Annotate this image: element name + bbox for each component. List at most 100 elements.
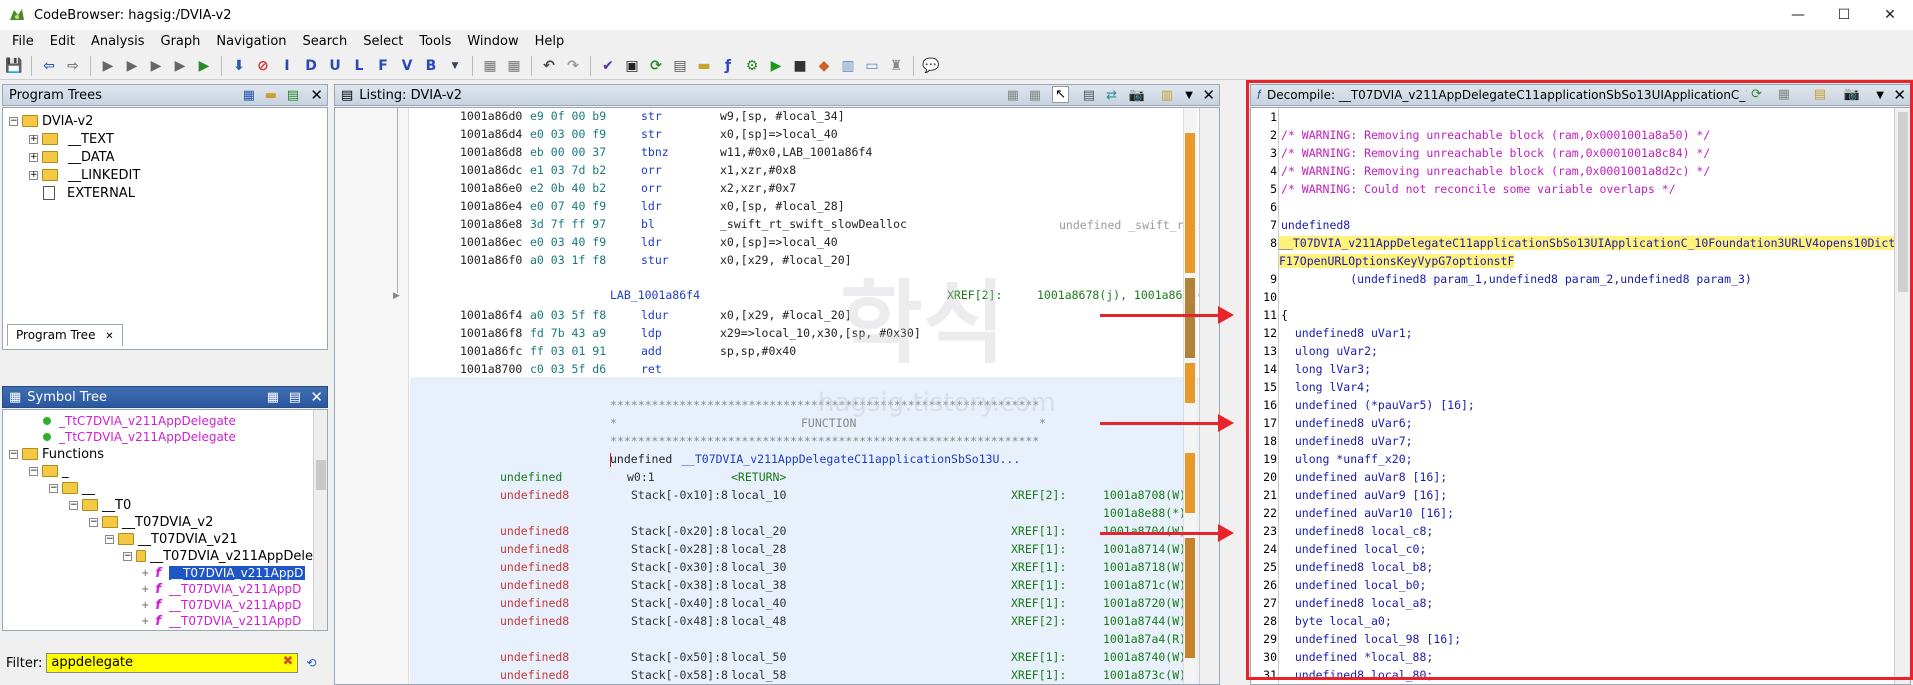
toolbar-letter-l[interactable]: L	[349, 56, 369, 76]
local-name[interactable]: local_20	[731, 524, 786, 542]
memory-icon[interactable]: ▥	[838, 56, 858, 76]
functions-node[interactable]: − Functions	[9, 445, 104, 463]
menu-tools[interactable]: Tools	[411, 34, 459, 49]
asm-bytes[interactable]: a0 03 1f f8	[530, 253, 606, 271]
code-line[interactable]: 10	[1251, 290, 1891, 308]
asm-bytes[interactable]: ff 03 01 91	[530, 344, 606, 362]
code-line[interactable]: 16 undefined (*pauVar5) [16];	[1251, 398, 1891, 416]
window-icon[interactable]: ▭	[862, 56, 882, 76]
asm-mn[interactable]: ret	[641, 362, 662, 380]
run-icon[interactable]: ▶	[766, 56, 786, 76]
code-line[interactable]: 17 undefined8 uVar6;	[1251, 416, 1891, 434]
nav-icon-2[interactable]: ▶	[122, 56, 142, 76]
asm-addr[interactable]: 1001a86d0	[460, 109, 522, 127]
snapshot-camera-icon[interactable]: 📷	[1844, 87, 1860, 102]
vertical-scrollbar[interactable]	[1199, 108, 1219, 684]
tree-root[interactable]: − DVIA-v2	[9, 112, 93, 130]
dropdown-arrow-icon[interactable]: ▼	[445, 56, 465, 76]
asm-ops[interactable]: x1,xzr,#0x8	[720, 163, 796, 181]
comment-icon[interactable]: 💬	[921, 56, 941, 76]
expand-icon[interactable]: +	[141, 600, 149, 611]
menu-dropdown-icon[interactable]: ▼	[1876, 90, 1884, 101]
namespace-node[interactable]: − _	[29, 462, 69, 480]
code-line[interactable]: 14 long lVar3;	[1251, 362, 1891, 380]
asm-mn[interactable]: add	[641, 344, 662, 362]
code-line[interactable]: 31 undefined8 local_80;	[1251, 668, 1891, 684]
code-line[interactable]: 1	[1251, 110, 1891, 128]
vertical-scrollbar[interactable]	[313, 410, 327, 630]
tree-item[interactable]: + __LINKEDIT	[29, 166, 140, 184]
asm-ops[interactable]: w11,#0x0,LAB_1001a86f4	[720, 145, 872, 163]
close-window-button[interactable]: ✕	[1867, 0, 1913, 30]
code-line[interactable]: 15 long lVar4;	[1251, 380, 1891, 398]
local-name[interactable]: local_30	[731, 560, 786, 578]
scroll-thumb[interactable]	[1898, 112, 1908, 292]
redo-icon[interactable]: ↷	[563, 56, 583, 76]
expand-icon[interactable]: +	[141, 584, 149, 595]
nav-icon-3[interactable]: ▶	[146, 56, 166, 76]
collapse-icon[interactable]: −	[105, 534, 114, 544]
maximize-button[interactable]: ☐	[1821, 0, 1867, 30]
menu-edit[interactable]: Edit	[42, 34, 83, 49]
asm-ops[interactable]: sp,sp,#0x40	[720, 344, 796, 362]
function-signature[interactable]: __T07DVIA_v211AppDelegateC11applicationS…	[681, 452, 1020, 470]
code-line[interactable]: 6	[1251, 200, 1891, 218]
asm-bytes[interactable]: e1 03 7d b2	[530, 163, 606, 181]
asm-addr[interactable]: 1001a86e8	[460, 217, 522, 235]
diff-icon[interactable]: ◆	[814, 56, 834, 76]
asm-mn[interactable]: orr	[641, 181, 662, 199]
asm-bytes[interactable]: e9 0f 00 b9	[530, 109, 606, 127]
folder-icon[interactable]: ▬	[694, 56, 714, 76]
close-icon[interactable]: ✕	[310, 388, 323, 406]
label-xref[interactable]: XREF[2]: 1001a8678(j), 1001a86d8(j	[947, 288, 1210, 306]
collapse-icon[interactable]: −	[9, 116, 18, 126]
collapse-icon[interactable]: −	[123, 551, 132, 561]
code-line[interactable]: 11 {	[1251, 308, 1891, 326]
code-line[interactable]: 9 (undefined8 param_1,undefined8 param_2…	[1251, 272, 1891, 290]
copy-icon[interactable]: ▦	[1007, 88, 1019, 103]
checkmark-icon[interactable]: ✔	[598, 56, 618, 76]
close-icon[interactable]: ✕	[310, 86, 323, 104]
script-icon[interactable]: ⚙	[742, 56, 762, 76]
menu-file[interactable]: File	[4, 34, 42, 49]
asm-addr[interactable]: 1001a86ec	[460, 235, 522, 253]
function-icon[interactable]: ƒ	[718, 56, 738, 76]
code-line[interactable]: 7 undefined8	[1251, 218, 1891, 236]
clear-icon[interactable]: ▦	[504, 56, 524, 76]
asm-addr[interactable]: 1001a86f8	[460, 326, 522, 344]
open-folder-icon[interactable]: ▬	[265, 88, 277, 103]
code-line[interactable]: 26 undefined local_b0;	[1251, 578, 1891, 596]
local-name[interactable]: local_38	[731, 578, 786, 596]
code-line[interactable]: 8 __T07DVIA_v211AppDelegateC11application…	[1251, 236, 1896, 254]
code-line[interactable]: 4 /* WARNING: Removing unreachable block …	[1251, 164, 1891, 182]
asm-ops[interactable]: x0,[sp, #local_28]	[720, 199, 845, 217]
toolbar-letter-v[interactable]: V	[397, 56, 417, 76]
tree-item[interactable]: + __DATA	[29, 148, 115, 166]
close-icon[interactable]: ✕	[1202, 86, 1215, 104]
local-ref[interactable]: 1001a8740(W)	[1103, 650, 1186, 668]
namespace-node[interactable]: − __	[49, 479, 95, 497]
asm-mn[interactable]: ldr	[641, 235, 662, 253]
asm-addr[interactable]: 1001a86d4	[460, 127, 522, 145]
code-line[interactable]: 21 undefined auVar9 [16];	[1251, 488, 1891, 506]
table-icon[interactable]: ▤	[670, 56, 690, 76]
collapse-icon[interactable]: −	[89, 517, 98, 527]
expand-icon[interactable]: +	[29, 152, 38, 162]
toolbar-letter-i[interactable]: I	[277, 56, 297, 76]
tree-item[interactable]: EXTERNAL	[43, 184, 135, 202]
close-icon[interactable]: ✕	[1893, 86, 1906, 104]
code-line[interactable]: 22 undefined auVar10 [16];	[1251, 506, 1891, 524]
stop-icon[interactable]: ⊘	[253, 56, 273, 76]
clear-filter-icon[interactable]: ✖	[282, 654, 293, 669]
function-item[interactable]: + f __T07DVIA_v211AppD	[141, 612, 313, 630]
asm-ops[interactable]: x0,[x29, #local_20]	[720, 308, 852, 326]
minimize-button[interactable]: —	[1775, 0, 1821, 30]
code-line[interactable]: 29 undefined local_98 [16];	[1251, 632, 1891, 650]
edit-icon[interactable]: ▤	[1814, 87, 1826, 102]
snapshot-icon[interactable]: ▤	[287, 88, 299, 103]
asm-mn[interactable]: orr	[641, 163, 662, 181]
asm-addr[interactable]: 1001a86d8	[460, 145, 522, 163]
local-ref[interactable]: 1001a8720(W)	[1103, 596, 1186, 614]
local-name[interactable]: local_40	[731, 596, 786, 614]
toolbar-letter-d[interactable]: D	[301, 56, 321, 76]
